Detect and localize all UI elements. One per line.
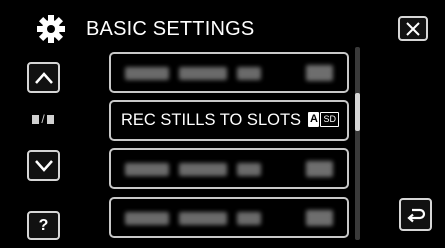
scrollbar-thumb[interactable] [355, 93, 360, 131]
menu-item[interactable] [109, 52, 349, 93]
scrollbar-track[interactable] [355, 47, 360, 240]
close-button[interactable] [398, 16, 428, 41]
scroll-up-button[interactable] [27, 62, 60, 93]
page-box-icon [46, 114, 54, 124]
return-icon [406, 208, 425, 222]
gear-icon [37, 15, 65, 43]
blurred-label [125, 162, 273, 176]
close-icon [406, 21, 420, 36]
page-box-icon [32, 114, 40, 124]
back-button[interactable] [399, 198, 432, 231]
help-button[interactable]: ? [27, 211, 60, 240]
menu-item[interactable] [109, 197, 349, 238]
page-indicator-separator: / [41, 112, 45, 126]
blurred-label [125, 211, 273, 225]
arrow-down-icon [34, 159, 53, 172]
page-indicator: / [26, 111, 60, 127]
blurred-value [306, 210, 333, 226]
menu-item-label: REC STILLS TO SLOTS [121, 111, 302, 129]
menu-item[interactable] [109, 148, 349, 189]
help-label: ? [38, 216, 49, 234]
slot-mode-indicator: A SD [308, 112, 339, 127]
blurred-label [125, 66, 273, 80]
slot-a-badge: A [308, 112, 320, 127]
blurred-value [306, 161, 333, 177]
page-title: BASIC SETTINGS [86, 18, 255, 40]
sd-card-badge: SD [320, 112, 339, 127]
arrow-up-icon [34, 71, 53, 84]
blurred-value [306, 65, 333, 81]
scroll-down-button[interactable] [27, 150, 60, 181]
menu-item-rec-stills-to-slots[interactable]: REC STILLS TO SLOTS A SD [109, 100, 349, 141]
